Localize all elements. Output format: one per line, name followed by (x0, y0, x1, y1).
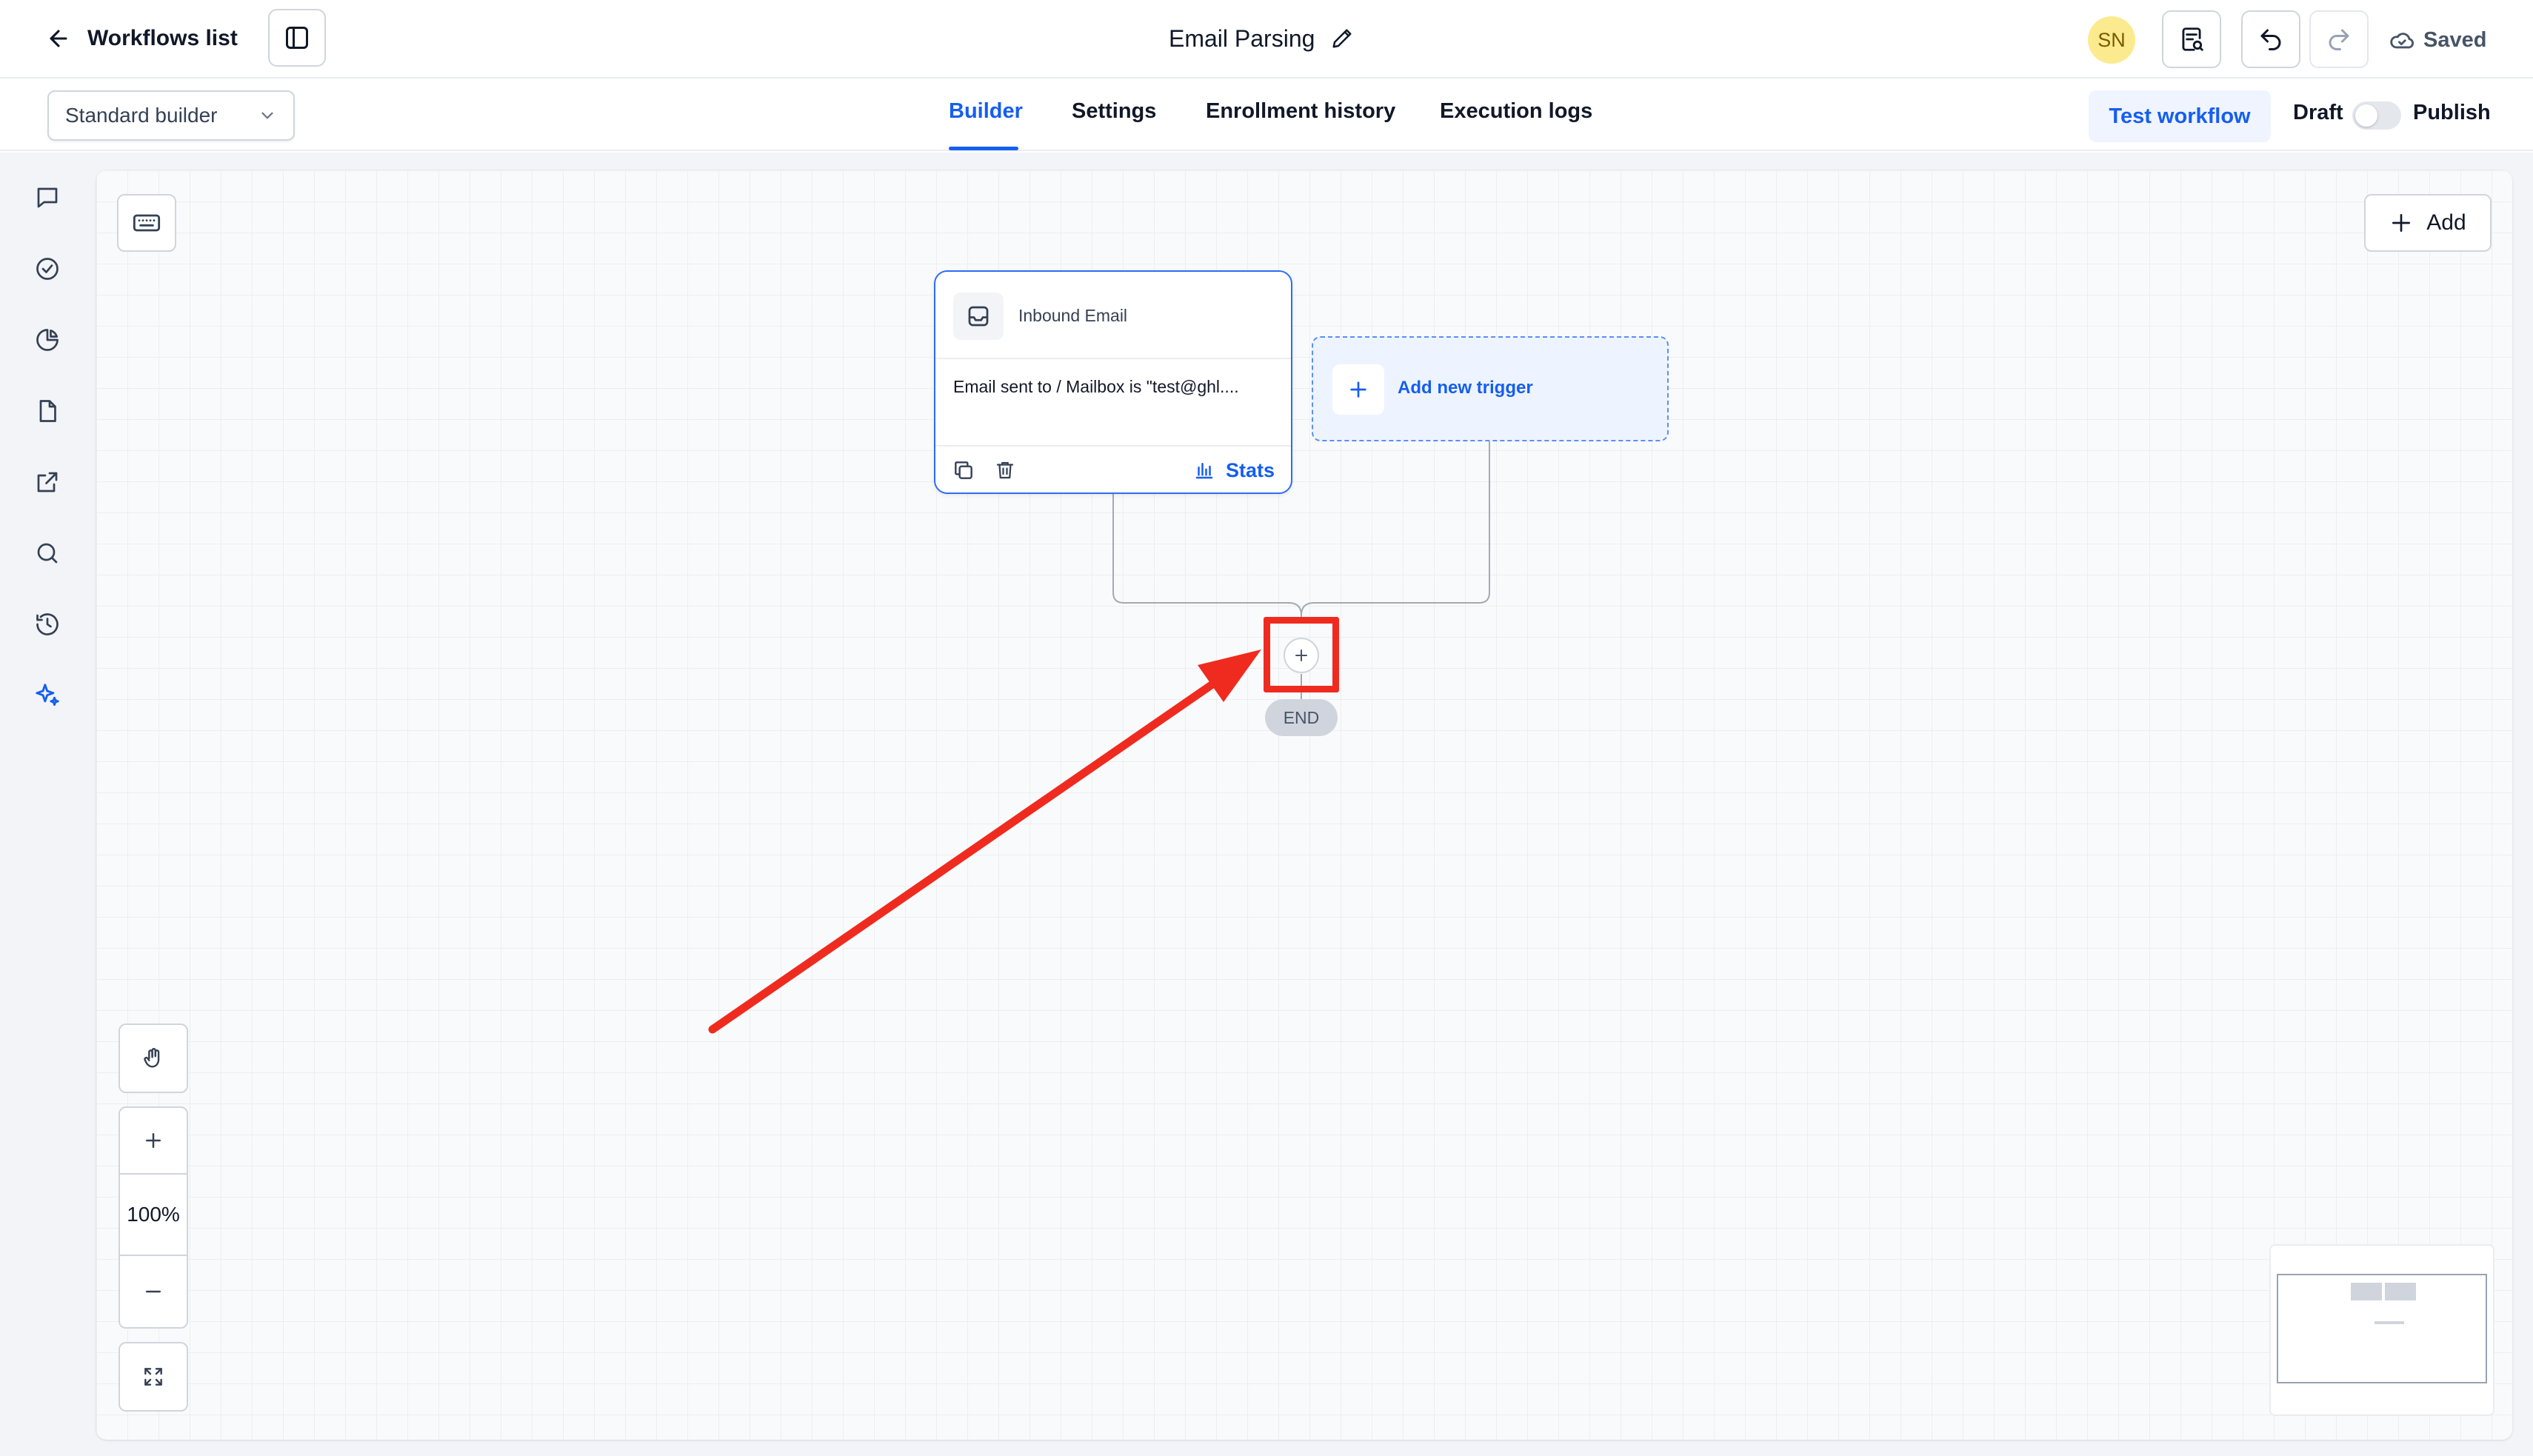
sparkles-icon (33, 681, 61, 709)
trigger-title: Inbound Email (1018, 306, 1128, 325)
inbound-email-trigger-card[interactable]: Inbound Email Email sent to / Mailbox is… (934, 270, 1292, 494)
active-tab-indicator (949, 147, 1018, 150)
rail-item-ai-assistant[interactable] (27, 675, 67, 715)
search-icon (34, 540, 61, 567)
rail-item-reports[interactable] (27, 320, 67, 360)
plus-icon (1332, 364, 1384, 415)
arrow-left-icon (46, 26, 71, 51)
copy-icon[interactable] (950, 457, 977, 484)
workflow-title: Email Parsing (1169, 19, 1353, 58)
back-to-workflows-link[interactable]: Workflows list (46, 19, 238, 58)
chat-icon (34, 184, 61, 211)
add-new-trigger-card[interactable]: Add new trigger (1312, 336, 1669, 441)
add-new-trigger-label: Add new trigger (1398, 378, 1533, 398)
plus-icon (142, 1129, 164, 1152)
sub-header: Standard builder Builder Settings Enroll… (0, 80, 2533, 151)
zoom-level: 100% (120, 1175, 187, 1256)
save-status: Saved (2389, 22, 2486, 58)
trash-icon[interactable] (992, 457, 1018, 484)
end-node: END (1265, 699, 1338, 736)
minimap-new-trigger-node (2385, 1283, 2416, 1300)
rail-item-search[interactable] (27, 533, 67, 573)
rail-item-open-external[interactable] (27, 462, 67, 502)
fit-view-icon (141, 1365, 165, 1389)
publish-toggle[interactable] (2352, 101, 2401, 130)
trigger-condition: Email sent to / Mailbox is "test@ghl.... (953, 377, 1239, 396)
stats-label: Stats (1225, 458, 1275, 481)
annotation-highlight-box (1264, 617, 1339, 692)
fit-view-button[interactable] (119, 1342, 188, 1412)
notes-button[interactable] (2162, 10, 2221, 68)
tab-settings[interactable]: Settings (1072, 99, 1156, 136)
user-avatar[interactable]: SN (2088, 16, 2135, 64)
pencil-edit-icon[interactable] (1331, 27, 1353, 50)
file-icon (34, 398, 61, 424)
tab-enrollment-history[interactable]: Enrollment history (1206, 99, 1395, 136)
back-link-label: Workflows list (87, 26, 238, 50)
hand-icon (141, 1046, 166, 1071)
redo-button[interactable] (2309, 10, 2369, 68)
rail-item-chat[interactable] (27, 178, 67, 218)
workflow-canvas[interactable]: Add Inbound Email Email sent to / Mailbo… (96, 170, 2512, 1440)
inbox-icon (953, 293, 1004, 340)
save-status-label: Saved (2423, 27, 2487, 52)
canvas-minimap[interactable] (2269, 1244, 2494, 1416)
workflow-connectors (1112, 441, 1490, 699)
trigger-card-header: Inbound Email (935, 272, 1291, 359)
top-header: Workflows list Email Parsing SN Saved (0, 0, 2533, 79)
redo-icon (2326, 26, 2352, 53)
undo-button[interactable] (2241, 10, 2300, 68)
tab-builder[interactable]: Builder (949, 99, 1023, 136)
notes-icon (2177, 25, 2206, 53)
pie-chart-icon (34, 327, 61, 353)
minimap-end-node (2375, 1321, 2404, 1324)
history-icon (34, 611, 61, 638)
rail-item-documents[interactable] (27, 391, 67, 431)
zoom-in-button[interactable] (120, 1108, 187, 1175)
workflow-canvas-area: Add Inbound Email Email sent to / Mailbo… (96, 153, 2533, 1456)
rail-item-tasks[interactable] (27, 249, 67, 289)
toggle-knob (2355, 104, 2377, 127)
undo-icon (2257, 26, 2284, 53)
check-circle-icon (34, 256, 61, 282)
zoom-out-button[interactable] (120, 1256, 187, 1327)
workflow-name: Email Parsing (1169, 24, 1315, 52)
draft-label: Draft (2293, 101, 2343, 124)
rail-item-history[interactable] (27, 604, 67, 644)
minus-icon (142, 1280, 164, 1303)
minimap-viewport[interactable] (2277, 1274, 2487, 1383)
trigger-card-footer: Stats (935, 445, 1291, 494)
external-link-icon (34, 469, 61, 495)
bar-chart-icon (1193, 459, 1215, 481)
left-rail (0, 153, 96, 1456)
zoom-controls: 100% (119, 1106, 188, 1329)
sidebar-panel-icon (284, 24, 310, 51)
cloud-check-icon (2389, 27, 2414, 53)
publish-label: Publish (2413, 101, 2491, 124)
toggle-sidebar-button[interactable] (268, 9, 326, 67)
test-workflow-button[interactable]: Test workflow (2089, 90, 2271, 142)
minimap-trigger-node (2351, 1283, 2382, 1300)
pan-tool-button[interactable] (119, 1023, 188, 1093)
trigger-stats-link[interactable]: Stats (1193, 455, 1275, 485)
tab-execution-logs[interactable]: Execution logs (1440, 99, 1592, 136)
